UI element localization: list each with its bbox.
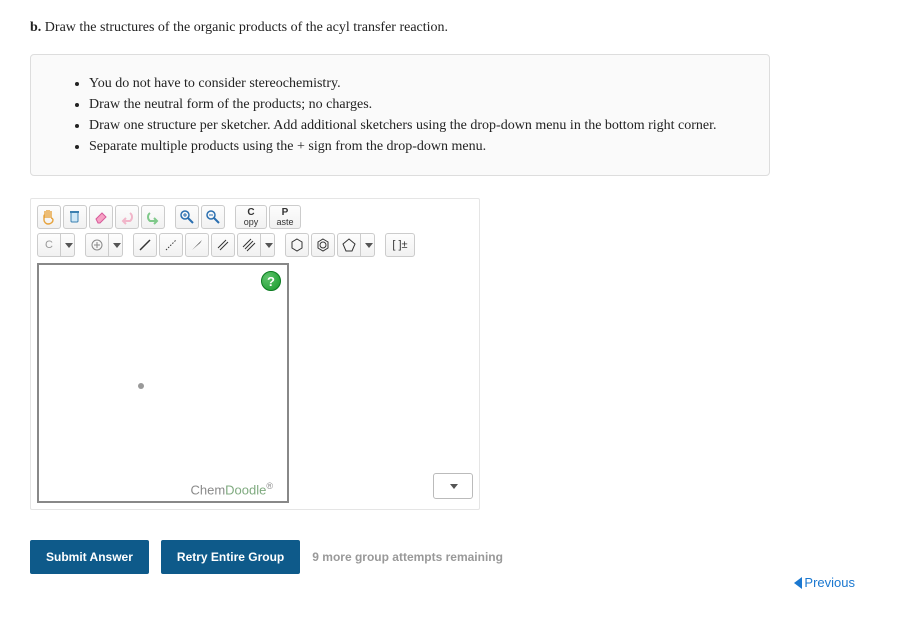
zoom-in-button[interactable] — [175, 205, 199, 229]
attribute-dropdown-caret[interactable] — [109, 233, 123, 257]
double-bond-button[interactable] — [211, 233, 235, 257]
chevron-down-icon — [450, 484, 458, 489]
undo-button[interactable] — [115, 205, 139, 229]
eraser-tool-button[interactable] — [89, 205, 113, 229]
pan-tool-button[interactable] — [37, 205, 61, 229]
submit-answer-button[interactable]: Submit Answer — [30, 540, 149, 574]
chemdoodle-brand: ChemDoodle® — [190, 477, 281, 499]
help-button[interactable]: ? — [261, 271, 281, 291]
chevron-down-icon — [265, 243, 273, 248]
triple-bond-button[interactable] — [237, 233, 261, 257]
clear-tool-button[interactable] — [63, 205, 87, 229]
question-label: b. — [30, 20, 41, 35]
paste-button[interactable]: P aste — [269, 205, 301, 229]
toolbar-row-1: C opy P aste — [37, 205, 473, 229]
hexagon-ring-button[interactable] — [285, 233, 309, 257]
instruction-item: Draw one structure per sketcher. Add add… — [89, 115, 739, 136]
toolbar-row-2: C — [37, 233, 473, 257]
sketch-canvas[interactable]: ? ChemDoodle® — [37, 263, 289, 503]
redo-button[interactable] — [141, 205, 165, 229]
brand-prefix: Chem — [190, 482, 225, 497]
copy-button[interactable]: C opy — [235, 205, 267, 229]
pentagon-ring-button[interactable] — [337, 233, 361, 257]
paste-top: P — [282, 208, 289, 218]
add-sketcher-dropdown[interactable] — [433, 473, 473, 499]
attempts-remaining: 9 more group attempts remaining — [312, 550, 503, 564]
recessed-bond-button[interactable] — [159, 233, 183, 257]
instruction-item: You do not have to consider stereochemis… — [89, 73, 739, 94]
wedge-bond-button[interactable] — [185, 233, 209, 257]
chevron-down-icon — [65, 243, 73, 248]
previous-link[interactable]: Previous — [794, 575, 855, 590]
retry-group-button[interactable]: Retry Entire Group — [161, 540, 300, 574]
brand-reg: ® — [266, 481, 273, 491]
chevron-left-icon — [794, 577, 802, 589]
copy-bottom: opy — [244, 218, 259, 227]
placed-atom-dot[interactable] — [138, 383, 144, 389]
instruction-item: Draw the neutral form of the products; n… — [89, 94, 739, 115]
instruction-item: Separate multiple products using the + s… — [89, 136, 739, 157]
question-body: Draw the structures of the organic produ… — [45, 20, 448, 35]
bond-dropdown-caret[interactable] — [261, 233, 275, 257]
atom-dropdown-caret[interactable] — [61, 233, 75, 257]
ring-dropdown-caret[interactable] — [361, 233, 375, 257]
previous-label: Previous — [804, 575, 855, 590]
charge-button[interactable]: [ ]± — [385, 233, 415, 257]
atom-dropdown[interactable]: C — [37, 233, 61, 257]
zoom-out-button[interactable] — [201, 205, 225, 229]
brand-suffix: Doodle — [225, 482, 266, 497]
paste-bottom: aste — [276, 218, 293, 227]
action-row: Submit Answer Retry Entire Group 9 more … — [30, 540, 885, 574]
question-prompt: b. Draw the structures of the organic pr… — [30, 20, 885, 36]
copy-top: C — [247, 208, 254, 218]
attribute-dropdown[interactable] — [85, 233, 109, 257]
single-bond-button[interactable] — [133, 233, 157, 257]
chemdoodle-sketcher: C opy P aste C — [30, 198, 480, 510]
chevron-down-icon — [113, 243, 121, 248]
chevron-down-icon — [365, 243, 373, 248]
instruction-box: You do not have to consider stereochemis… — [30, 54, 770, 176]
benzene-ring-button[interactable] — [311, 233, 335, 257]
